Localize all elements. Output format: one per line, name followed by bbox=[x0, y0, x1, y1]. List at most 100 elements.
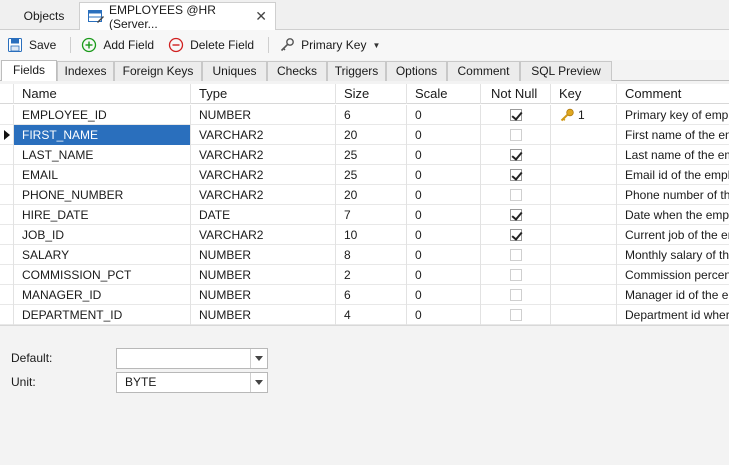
field-comment-cell[interactable]: Commission percentage bbox=[617, 265, 729, 285]
primary-key-button[interactable]: Primary Key ▼ bbox=[279, 33, 380, 57]
tab-uniques[interactable]: Uniques bbox=[202, 61, 267, 81]
key-cell[interactable] bbox=[551, 185, 617, 205]
tab-checks[interactable]: Checks bbox=[267, 61, 327, 81]
field-name-cell[interactable]: DEPARTMENT_ID bbox=[14, 305, 191, 325]
row-indicator[interactable] bbox=[0, 225, 14, 245]
key-cell[interactable] bbox=[551, 145, 617, 165]
field-comment-cell[interactable]: Primary key of employees bbox=[617, 105, 729, 125]
key-cell[interactable] bbox=[551, 225, 617, 245]
table-row[interactable]: LAST_NAMEVARCHAR2250 Last name of the emp… bbox=[0, 145, 729, 165]
key-cell[interactable] bbox=[551, 285, 617, 305]
row-indicator[interactable] bbox=[0, 125, 14, 145]
field-type-cell[interactable]: VARCHAR2 bbox=[191, 145, 336, 165]
field-comment-cell[interactable]: Phone number of the employee bbox=[617, 185, 729, 205]
field-size-cell[interactable]: 2 bbox=[336, 265, 407, 285]
table-row[interactable]: MANAGER_IDNUMBER60 Manager id of the empl… bbox=[0, 285, 729, 305]
field-name-cell[interactable]: MANAGER_ID bbox=[14, 285, 191, 305]
key-cell[interactable] bbox=[551, 205, 617, 225]
field-comment-cell[interactable]: Date when the employee bbox=[617, 205, 729, 225]
not-null-checkbox[interactable] bbox=[509, 288, 522, 301]
row-indicator[interactable] bbox=[0, 165, 14, 185]
field-size-cell[interactable]: 10 bbox=[336, 225, 407, 245]
table-row[interactable]: PHONE_NUMBER VARCHAR2 20 0 Phone number of t… bbox=[0, 185, 729, 205]
column-header-scale[interactable]: Scale bbox=[407, 84, 481, 104]
not-null-checkbox[interactable] bbox=[509, 308, 522, 321]
column-header-type[interactable]: Type bbox=[191, 84, 336, 104]
field-type-cell[interactable]: VARCHAR2 bbox=[191, 165, 336, 185]
field-comment-cell[interactable]: Email id of the employee bbox=[617, 165, 729, 185]
unit-combobox[interactable]: BYTE bbox=[116, 372, 268, 393]
row-indicator[interactable] bbox=[0, 285, 14, 305]
not-null-checkbox[interactable] bbox=[509, 148, 522, 161]
field-comment-cell[interactable]: Current job of the employee bbox=[617, 225, 729, 245]
chevron-down-icon[interactable] bbox=[250, 349, 267, 368]
tab-objects[interactable]: Objects bbox=[0, 2, 88, 30]
field-comment-cell[interactable]: Manager id of the employee bbox=[617, 285, 729, 305]
key-cell[interactable] bbox=[551, 165, 617, 185]
field-scale-cell[interactable]: 0 bbox=[407, 125, 481, 145]
not-null-checkbox[interactable] bbox=[509, 268, 522, 281]
tab-foreign-keys[interactable]: Foreign Keys bbox=[114, 61, 202, 81]
row-indicator[interactable] bbox=[0, 205, 14, 225]
field-scale-cell[interactable]: 0 bbox=[407, 145, 481, 165]
table-row[interactable]: COMMISSION_PCTNUMBER20 Commission percent… bbox=[0, 265, 729, 285]
row-indicator[interactable] bbox=[0, 105, 14, 125]
field-size-cell[interactable]: 7 bbox=[336, 205, 407, 225]
field-comment-cell[interactable]: Last name of the employee bbox=[617, 145, 729, 165]
table-row[interactable]: EMAILVARCHAR2250 Email id of the employee bbox=[0, 165, 729, 185]
field-type-cell[interactable]: NUMBER bbox=[191, 105, 336, 125]
field-scale-cell[interactable]: 0 bbox=[407, 205, 481, 225]
field-name-cell[interactable]: FIRST_NAME bbox=[14, 125, 191, 145]
field-scale-cell[interactable]: 0 bbox=[407, 225, 481, 245]
column-header-size[interactable]: Size bbox=[336, 84, 407, 104]
save-button[interactable]: Save bbox=[7, 33, 56, 57]
tab-indexes[interactable]: Indexes bbox=[57, 61, 114, 81]
key-cell[interactable] bbox=[551, 305, 617, 325]
column-header-not-null[interactable]: Not Null bbox=[481, 84, 551, 104]
field-size-cell[interactable]: 6 bbox=[336, 285, 407, 305]
table-row[interactable]: FIRST_NAME VARCHAR2 20 0 First name of the e… bbox=[0, 125, 729, 145]
table-row[interactable]: DEPARTMENT_IDNUMBER40 Department id where… bbox=[0, 305, 729, 325]
field-name-cell[interactable]: LAST_NAME bbox=[14, 145, 191, 165]
tab-comment[interactable]: Comment bbox=[447, 61, 520, 81]
field-size-cell[interactable]: 20 bbox=[336, 185, 407, 205]
tab-sql-preview[interactable]: SQL Preview bbox=[520, 61, 612, 81]
table-row[interactable]: EMPLOYEE_IDNUMBER60 1 Primary key of emplo… bbox=[0, 105, 729, 125]
field-comment-cell[interactable]: Monthly salary of the employee bbox=[617, 245, 729, 265]
tab-options[interactable]: Options bbox=[386, 61, 447, 81]
not-null-checkbox[interactable] bbox=[509, 168, 522, 181]
row-indicator[interactable] bbox=[0, 245, 14, 265]
row-indicator[interactable] bbox=[0, 305, 14, 325]
key-cell[interactable] bbox=[551, 265, 617, 285]
key-cell[interactable]: 1 bbox=[551, 105, 617, 125]
field-size-cell[interactable]: 6 bbox=[336, 105, 407, 125]
field-name-cell[interactable]: EMAIL bbox=[14, 165, 191, 185]
field-scale-cell[interactable]: 0 bbox=[407, 245, 481, 265]
column-header-key[interactable]: Key bbox=[551, 84, 617, 104]
not-null-checkbox[interactable] bbox=[509, 128, 522, 141]
tab-employees-table[interactable]: EMPLOYEES @HR (Server... ✕ bbox=[79, 2, 276, 31]
add-field-button[interactable]: Add Field bbox=[81, 33, 154, 57]
field-type-cell[interactable]: NUMBER bbox=[191, 305, 336, 325]
not-null-checkbox[interactable] bbox=[509, 248, 522, 261]
row-indicator[interactable] bbox=[0, 265, 14, 285]
field-name-cell[interactable]: PHONE_NUMBER bbox=[14, 185, 191, 205]
field-type-cell[interactable]: NUMBER bbox=[191, 285, 336, 305]
row-indicator[interactable] bbox=[0, 185, 14, 205]
field-scale-cell[interactable]: 0 bbox=[407, 265, 481, 285]
not-null-checkbox[interactable] bbox=[509, 188, 522, 201]
not-null-checkbox[interactable] bbox=[509, 208, 522, 221]
tab-fields[interactable]: Fields bbox=[1, 60, 57, 81]
field-size-cell[interactable]: 25 bbox=[336, 165, 407, 185]
table-row[interactable]: HIRE_DATEDATE70 Date when the employee bbox=[0, 205, 729, 225]
field-type-cell[interactable]: VARCHAR2 bbox=[191, 185, 336, 205]
field-type-cell[interactable]: VARCHAR2 bbox=[191, 225, 336, 245]
tab-triggers[interactable]: Triggers bbox=[327, 61, 386, 81]
close-icon[interactable]: ✕ bbox=[255, 8, 267, 25]
field-comment-cell[interactable]: Department id where employee works bbox=[617, 305, 729, 325]
field-scale-cell[interactable]: 0 bbox=[407, 285, 481, 305]
field-type-cell[interactable]: VARCHAR2 bbox=[191, 125, 336, 145]
default-combobox[interactable] bbox=[116, 348, 268, 369]
table-row[interactable]: SALARYNUMBER80 Monthly salary of the empl… bbox=[0, 245, 729, 265]
column-header-name[interactable]: Name bbox=[14, 84, 191, 104]
